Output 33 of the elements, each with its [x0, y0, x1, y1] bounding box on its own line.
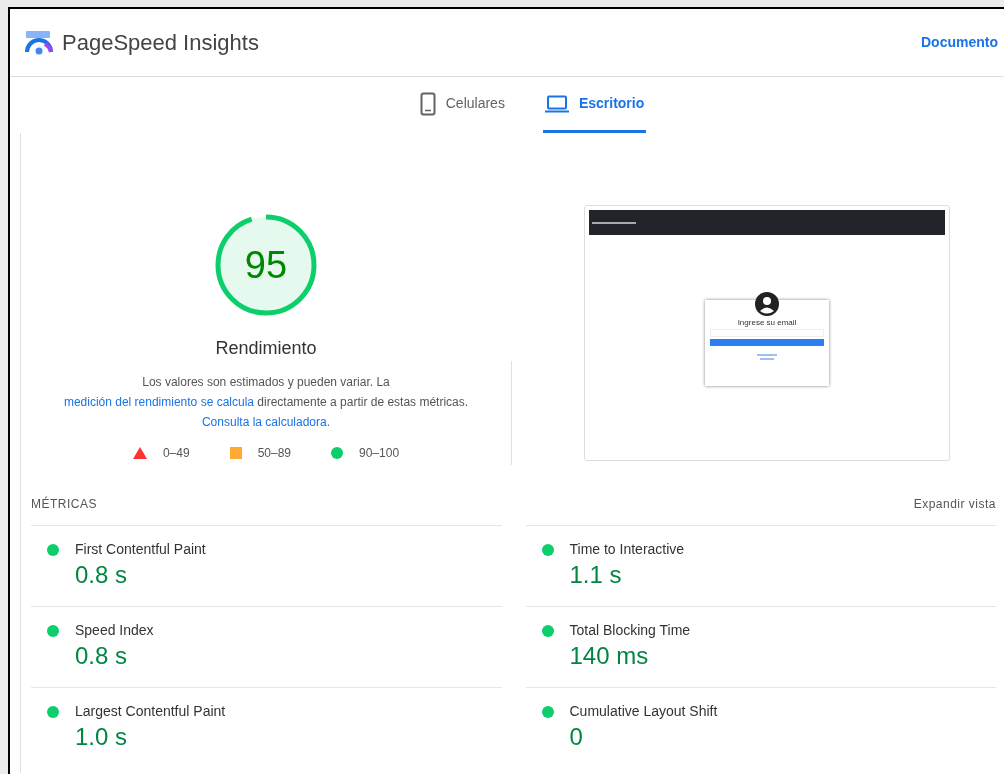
metric-name: Cumulative Layout Shift [569, 702, 718, 721]
metric-value: 1.0 s [75, 723, 129, 751]
metric-value: 0 [569, 723, 584, 751]
legend-label: 90–100 [359, 445, 400, 462]
app-title: PageSpeed Insights [62, 29, 259, 57]
metric-value: 0.8 s [75, 642, 129, 670]
metric-name: Speed Index [75, 621, 154, 640]
metric-value: 1.1 s [569, 561, 623, 589]
metric-name: Time to Interactive [569, 540, 685, 559]
metric-value: 0.8 s [75, 561, 129, 589]
device-tab[interactable]: Celulares [417, 77, 507, 133]
metric-value: 140 ms [569, 642, 650, 670]
device-tab[interactable]: Escritorio [542, 77, 647, 133]
logo-icon [24, 29, 54, 56]
email-prompt: Ingrese su email [737, 317, 797, 328]
circle-icon [331, 447, 343, 459]
square-icon [229, 447, 242, 459]
expand-view-button[interactable]: Expandir vista [913, 495, 996, 513]
description-link[interactable]: medición del rendimiento se calcula [63, 395, 254, 409]
laptop-icon [544, 94, 569, 113]
metric-name: First Contentful Paint [75, 540, 206, 559]
metric-name: Largest Contentful Paint [75, 702, 226, 721]
score-value: 95 [244, 245, 288, 285]
triangle-icon [132, 447, 147, 459]
legend-label: 0–49 [162, 445, 190, 462]
metric-name: Total Blocking Time [569, 621, 691, 640]
score-description: Los valores son estimados y pueden variar. La medición del rendimiento se calcula directamente a partir de estas métricas. Consulta la calculadora. [62, 374, 470, 431]
phone-icon [419, 91, 436, 116]
docs-link[interactable]: Documento [921, 32, 998, 53]
legend-label: 50–89 [257, 445, 291, 462]
category-title: Rendimiento [215, 337, 317, 360]
description-link[interactable]: Consulta la calculadora. [201, 415, 331, 429]
section-title: MÉTRICAS [31, 495, 97, 513]
